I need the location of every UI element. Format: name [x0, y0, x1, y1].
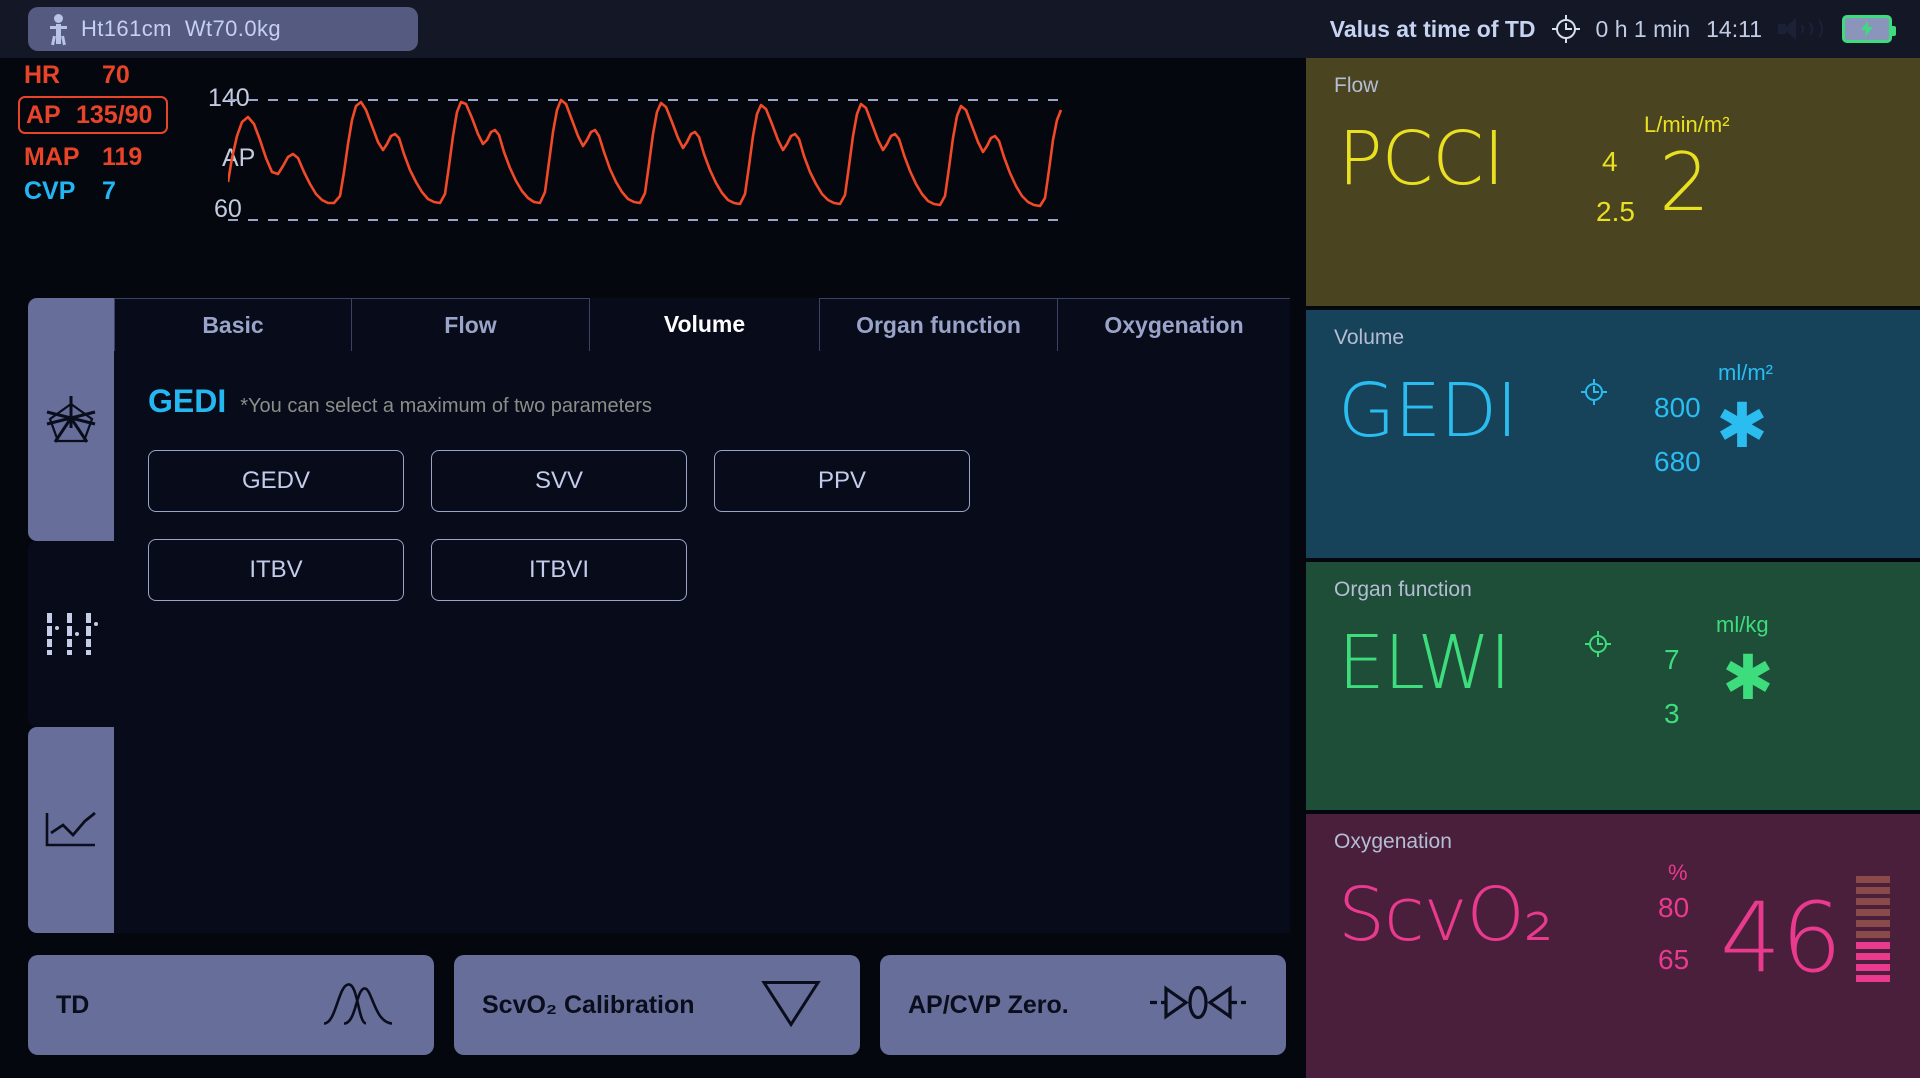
sidebar-item-columns-view[interactable]	[28, 541, 114, 727]
elapsed-time: 0 h 1 min	[1595, 15, 1691, 42]
oxygenation-level-bargraph	[1856, 876, 1890, 982]
values-at-td-label: Valus at time of TD	[1329, 15, 1536, 42]
tab-volume[interactable]: Volume	[590, 298, 820, 351]
speaker-icon[interactable]	[1778, 14, 1826, 44]
panel-upper-limit-flow: 4	[1602, 146, 1618, 177]
scvo2-calibration-label: ScvO₂ Calibration	[482, 990, 695, 1019]
patient-info-chip[interactable]: Ht161cm Wt70.0kg	[28, 7, 418, 51]
tab-panel-volume: GEDI *You can select a maximum of two pa…	[114, 351, 1290, 933]
vital-map-label: MAP	[24, 142, 80, 171]
columns-chart-icon	[47, 613, 98, 655]
vital-map-value: 119	[102, 142, 143, 171]
summary-panel-organ-function[interactable]: Organ function ELWI ml/kg 7 3 ✱	[1306, 562, 1920, 810]
panel-lower-limit-oxygenation: 65	[1658, 944, 1690, 975]
summary-panel-flow[interactable]: Flow PCCI L/min/m² 4 2.5 2	[1306, 58, 1920, 306]
panel-upper-limit-volume: 800	[1654, 392, 1701, 423]
panel-parameter-name-pcci: PCCI	[1338, 116, 1505, 202]
panel-value-volume: ✱	[1716, 392, 1768, 461]
tab-flow[interactable]: Flow	[352, 298, 590, 351]
param-button-itbvi[interactable]: ITBVI	[431, 539, 687, 601]
panel-lower-limit-flow: 2.5	[1596, 196, 1635, 227]
triangle-down-icon	[760, 977, 822, 1034]
ap-cvp-zero-button[interactable]: AP/CVP Zero.	[880, 955, 1286, 1055]
main-parameter-panel: Basic Flow Volume Organ function Oxygena…	[28, 298, 1290, 933]
top-status-bar: Ht161cm Wt70.0kg Valus at time of TD 0 h…	[0, 0, 1920, 58]
td-button[interactable]: TD	[28, 955, 434, 1055]
td-clock-icon	[1551, 15, 1580, 43]
category-tabs: Basic Flow Volume Organ function Oxygena…	[114, 298, 1290, 351]
battery-charging-icon	[1842, 15, 1896, 43]
param-button-gedv[interactable]: GEDV	[148, 450, 404, 512]
vital-cvp-label: CVP	[24, 176, 76, 205]
selection-hint: *You can select a maximum of two paramet…	[240, 395, 652, 417]
param-button-svv[interactable]: SVV	[431, 450, 687, 512]
panel-parameter-name-elwi: ELWI	[1338, 620, 1511, 706]
td-clock-icon-volume	[1581, 379, 1607, 405]
summary-panel-volume[interactable]: Volume GEDI ml/m² 800 680 ✱	[1306, 310, 1920, 558]
panel-value-organ: ✱	[1722, 644, 1774, 713]
vital-ap-label: AP	[26, 100, 61, 129]
panel-value-oxygenation: 46	[1720, 882, 1843, 994]
parameter-button-grid: GEDV SVV PPV ITBV ITBVI	[114, 420, 1234, 601]
panel-value-flow: 2	[1659, 136, 1710, 229]
tab-oxygenation[interactable]: Oxygenation	[1058, 298, 1290, 351]
action-button-bar: TD ScvO₂ Calibration AP/CVP Zero.	[28, 955, 1290, 1055]
panel-unit-oxygenation: %	[1668, 860, 1688, 885]
td-curve-icon	[322, 979, 396, 1032]
vital-ap-value: 135/90	[76, 100, 153, 129]
panel-unit-organ: ml/kg	[1716, 612, 1769, 637]
panel-category-volume: Volume	[1334, 326, 1405, 349]
clock-time: 14:11	[1706, 15, 1762, 42]
sidebar-item-trend-view[interactable]	[28, 727, 114, 933]
panel-category-organ: Organ function	[1334, 578, 1472, 601]
panel-category-flow: Flow	[1334, 74, 1379, 97]
radar-chart-icon	[46, 395, 96, 443]
panel-lower-limit-volume: 680	[1654, 446, 1701, 477]
ap-cvp-zero-label: AP/CVP Zero.	[908, 990, 1069, 1019]
status-cluster: Valus at time of TD 0 h 1 min 14:11	[1329, 14, 1896, 44]
td-button-label: TD	[56, 990, 90, 1019]
param-button-itbv[interactable]: ITBV	[148, 539, 404, 601]
tab-organ-function[interactable]: Organ function	[820, 298, 1058, 351]
tab-basic[interactable]: Basic	[114, 298, 352, 351]
parameter-summary-column: Flow PCCI L/min/m² 4 2.5 2 Volume GEDI m…	[1306, 58, 1920, 1078]
ap-waveform-area: 140 AP 60	[200, 62, 1070, 288]
panel-parameter-name-scvo2: ScvO₂	[1338, 872, 1553, 958]
panel-unit-flow: L/min/m²	[1644, 112, 1730, 137]
param-button-ppv[interactable]: PPV	[714, 450, 970, 512]
scvo2-calibration-button[interactable]: ScvO₂ Calibration	[454, 955, 860, 1055]
patient-measurements: Ht161cm Wt70.0kg	[81, 16, 281, 41]
selected-parameter-title: GEDI	[148, 383, 227, 419]
trend-line-chart-icon	[45, 811, 96, 847]
ap-waveform-trace	[228, 98, 1068, 221]
summary-panel-oxygenation[interactable]: Oxygenation ScvO₂ % 80 65 46	[1306, 814, 1920, 1078]
panel-upper-limit-oxygenation: 80	[1658, 892, 1690, 923]
view-mode-rail	[28, 298, 114, 933]
panel-parameter-name-gedi: GEDI	[1338, 368, 1518, 454]
panel-header: GEDI *You can select a maximum of two pa…	[114, 351, 1290, 420]
panel-lower-limit-organ: 3	[1664, 698, 1680, 729]
zero-arrows-icon	[1148, 983, 1248, 1028]
panel-unit-volume: ml/m²	[1718, 360, 1773, 385]
vital-hr-value: 70	[102, 60, 130, 89]
vital-ap-box[interactable]: AP 135/90	[18, 96, 169, 134]
vital-cvp-value: 7	[102, 176, 116, 205]
monitor-screen: Ht161cm Wt70.0kg Valus at time of TD 0 h…	[0, 0, 1920, 1078]
person-icon	[50, 14, 67, 46]
td-clock-icon-organ	[1585, 631, 1611, 657]
sidebar-item-radar-view[interactable]	[28, 298, 114, 541]
vital-hr-label: HR	[24, 60, 61, 89]
panel-upper-limit-organ: 7	[1664, 644, 1680, 675]
panel-category-oxygenation: Oxygenation	[1334, 830, 1452, 853]
